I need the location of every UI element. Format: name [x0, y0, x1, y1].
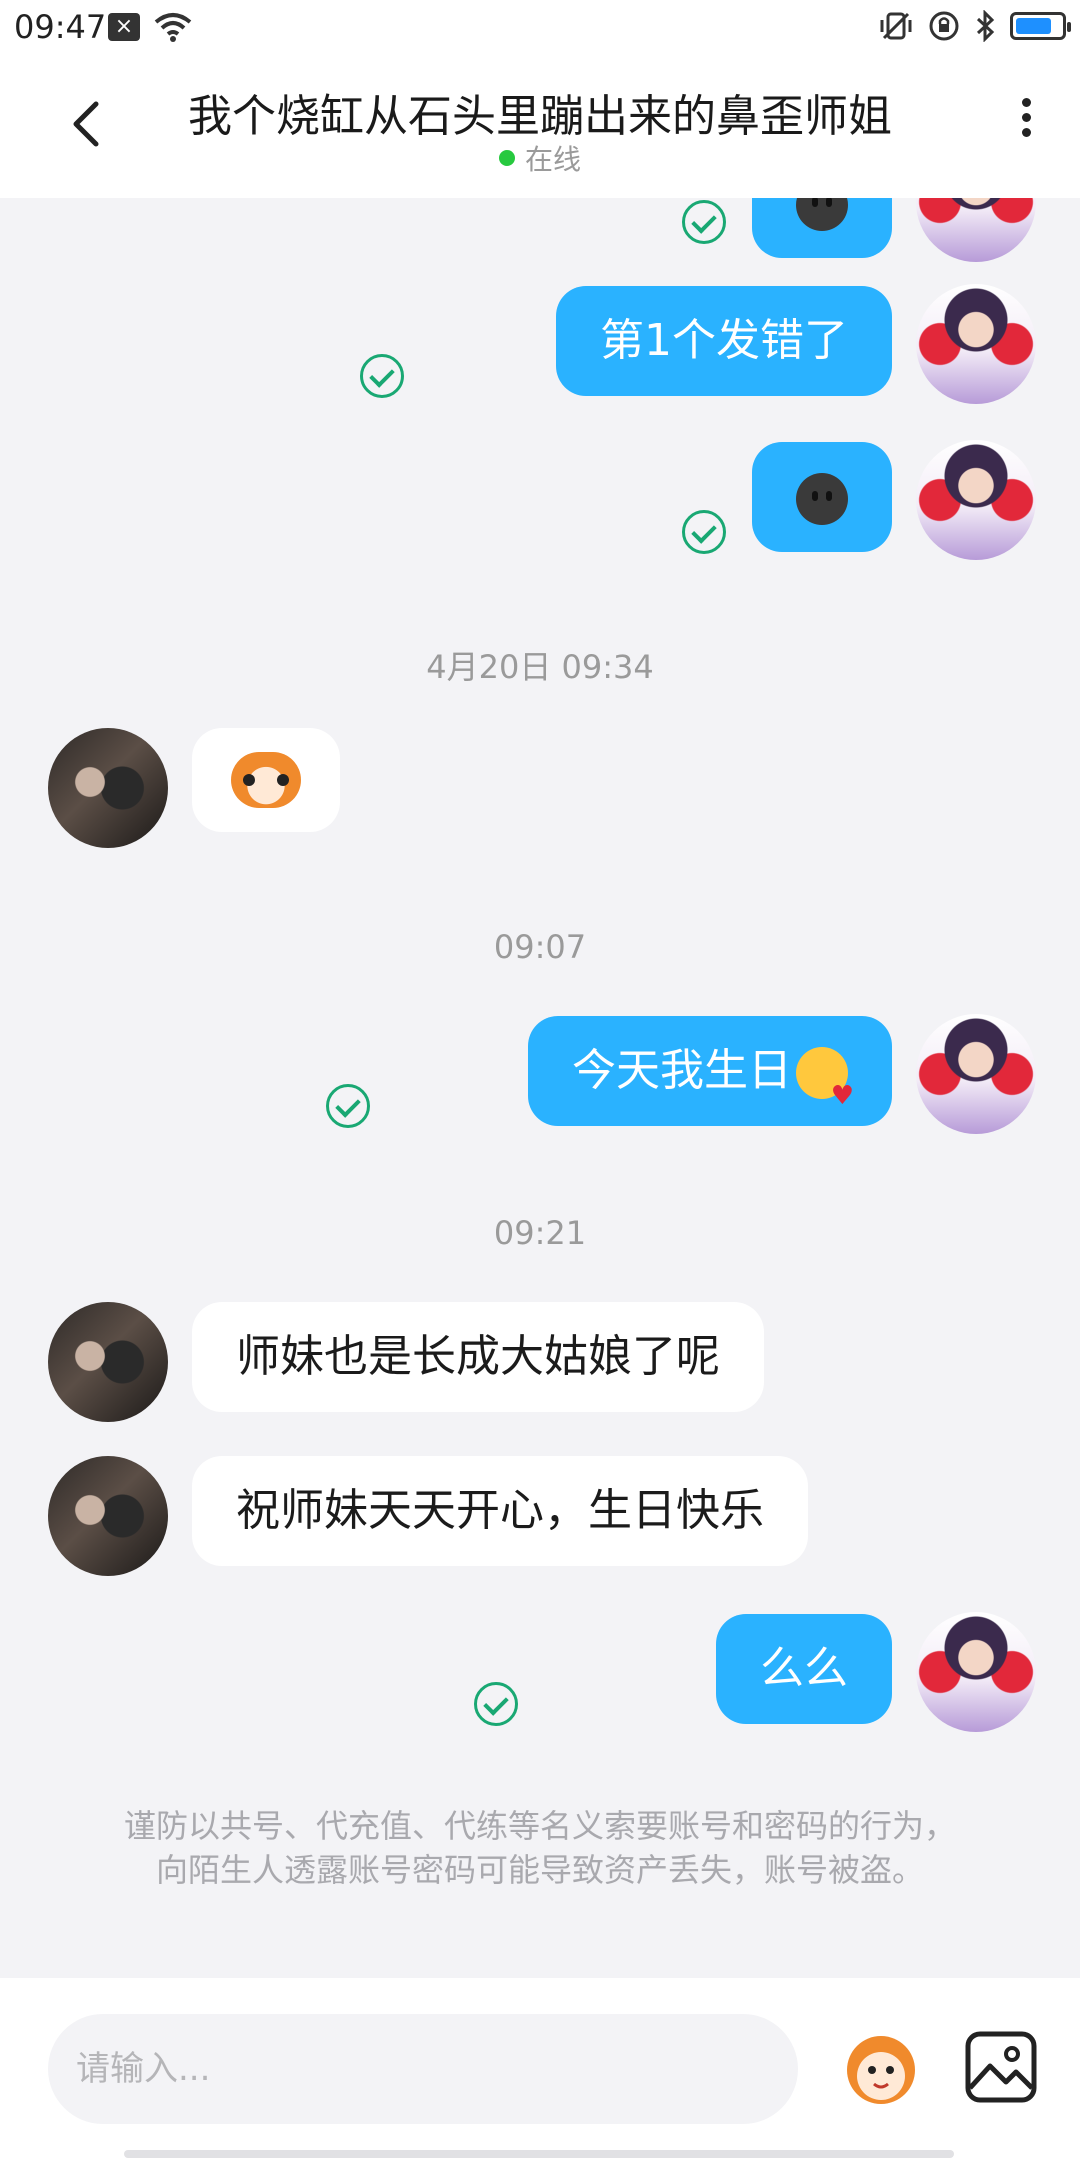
close-box-icon: × — [108, 13, 140, 41]
contact-avatar[interactable] — [48, 1302, 168, 1422]
online-status: 在线 — [0, 138, 1080, 178]
status-bar: 09:47 × — [0, 0, 1080, 56]
read-check-icon — [326, 1084, 370, 1128]
chat-title: 我个烧缸从石头里蹦出来的鼻歪师姐 — [188, 91, 892, 142]
dark-smiley-emoji-icon — [796, 473, 848, 525]
message-bubble-sticker[interactable] — [192, 728, 340, 832]
timestamp: 09:07 — [493, 928, 587, 966]
read-check-icon — [360, 354, 404, 398]
wifi-icon — [154, 13, 192, 42]
message-text: 今天我生日 — [572, 1045, 792, 1096]
dark-smiley-emoji-icon — [796, 198, 848, 231]
online-dot-icon — [498, 150, 515, 166]
security-notice: 谨防以共号、代充值、代练等名义索要账号和密码的行为，向陌生人透露账号密码可能导致… — [123, 1807, 956, 1889]
my-avatar[interactable] — [916, 198, 1036, 262]
more-options-icon[interactable] — [1006, 92, 1046, 152]
message-bubble[interactable]: 今天我生日 — [528, 1016, 892, 1151]
read-check-icon — [474, 1682, 518, 1726]
message-input[interactable] — [48, 2014, 798, 2124]
sticker-icon[interactable] — [836, 2022, 926, 2112]
timestamp: 09:21 — [493, 1214, 587, 1252]
monkey-sticker-icon — [231, 752, 301, 808]
message-bubble[interactable]: 第1个发错了 — [556, 286, 892, 396]
message-bubble-image[interactable] — [752, 442, 892, 552]
online-status-label: 在线 — [524, 143, 581, 176]
input-bar — [0, 1978, 1080, 2160]
message-bubble[interactable]: 师妹也是长成大姑娘了呢 — [192, 1302, 764, 1412]
my-avatar[interactable] — [916, 1014, 1036, 1134]
lock-rotation-icon — [929, 11, 959, 41]
message-bubble[interactable]: 么么 — [716, 1614, 892, 1724]
image-icon[interactable] — [956, 2022, 1046, 2112]
read-check-icon — [682, 510, 726, 554]
read-check-icon — [682, 200, 726, 244]
timestamp: 4月20日 09:34 — [426, 648, 654, 686]
message-bubble-image[interactable] — [752, 198, 892, 258]
status-time: 09:47 — [14, 8, 107, 46]
message-bubble[interactable]: 祝师妹天天开心，生日快乐 — [192, 1456, 808, 1566]
chat-area[interactable]: 第1个发错了 4月20日 09:34 09:07 今天我生日 09:21 师妹也… — [0, 198, 1080, 1978]
kissing-face-emoji-icon — [796, 1041, 854, 1151]
contact-avatar[interactable] — [48, 728, 168, 848]
my-avatar[interactable] — [916, 1612, 1036, 1732]
home-indicator — [124, 2150, 954, 2158]
contact-avatar[interactable] — [48, 1456, 168, 1576]
my-avatar[interactable] — [916, 440, 1036, 560]
my-avatar[interactable] — [916, 284, 1036, 404]
chat-header: 我个烧缸从石头里蹦出来的鼻歪师姐 在线 — [0, 56, 1080, 198]
bluetooth-icon — [976, 10, 995, 42]
battery-icon — [1010, 12, 1071, 40]
vibrate-icon — [880, 12, 912, 40]
